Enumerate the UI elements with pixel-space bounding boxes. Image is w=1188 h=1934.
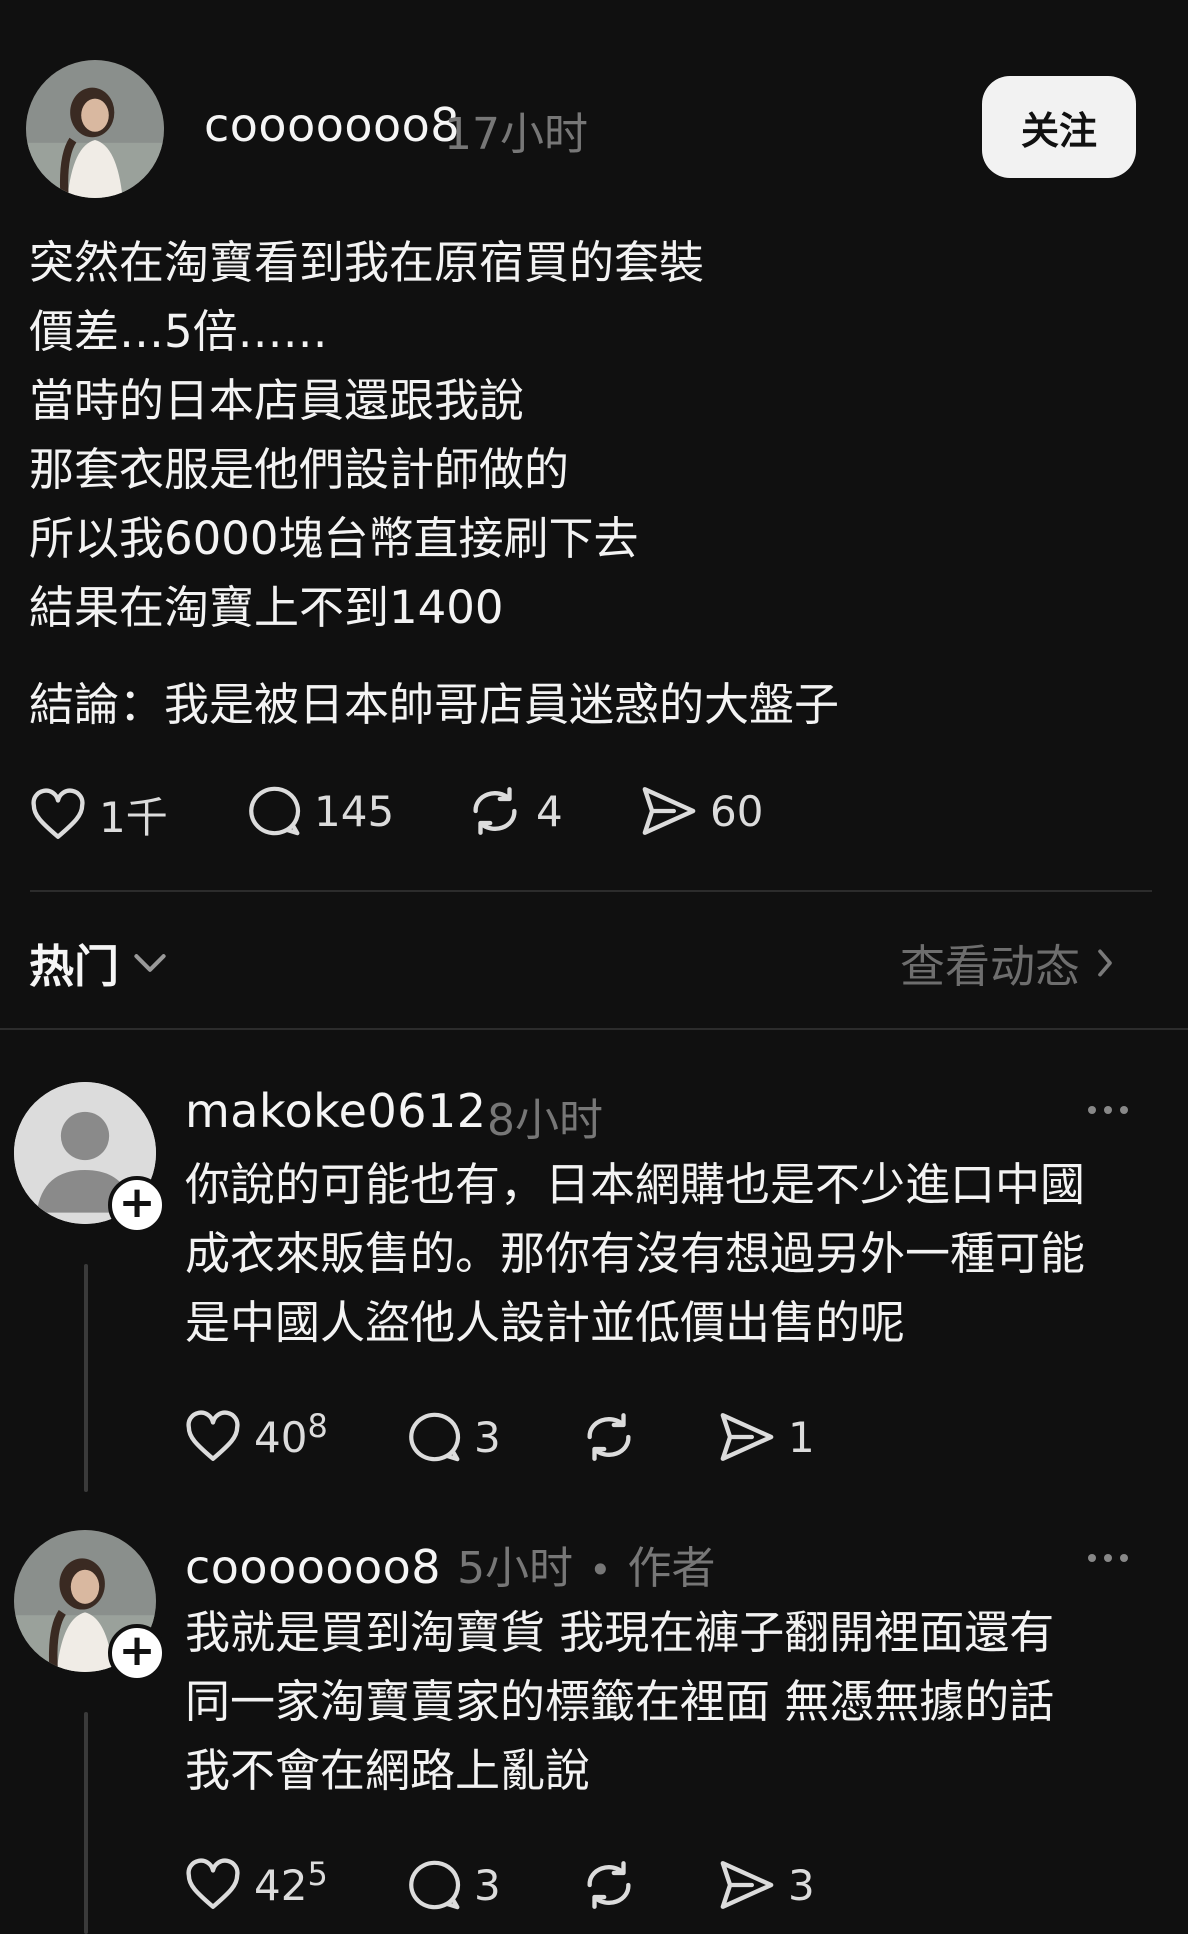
reply-share-action[interactable]: 3	[718, 1858, 815, 1912]
reply-comment-count: 3	[474, 1860, 501, 1910]
comment-action[interactable]: 145	[246, 784, 394, 838]
reply-share-action[interactable]: 1	[718, 1410, 815, 1464]
more-options-icon[interactable]	[1088, 1106, 1128, 1114]
comment-count: 145	[314, 786, 395, 836]
heart-icon	[186, 1410, 240, 1461]
view-activity-link[interactable]: 查看动态	[900, 930, 1114, 995]
reply-like-count: 408	[254, 1407, 328, 1462]
reply-body: 你說的可能也有，日本網購也是不少進口中國 成衣來販售的。那你有沒有想過另外一種可…	[185, 1150, 1085, 1357]
reply-username[interactable]: cooooooo8	[185, 1540, 441, 1594]
post-text-line: 結果在淘寶上不到1400	[29, 581, 504, 634]
post-text-line: 當時的日本店員還跟我說	[29, 374, 525, 427]
post-conclusion: 結論：我是被日本帥哥店員迷惑的大盤子	[29, 678, 840, 731]
reply-text-line: 同一家淘寶賣家的標籤在裡面 無憑無據的話	[185, 1675, 1055, 1728]
comment-icon	[409, 1860, 461, 1910]
reply-share-count: 3	[788, 1860, 815, 1910]
post-divider	[30, 890, 1152, 892]
share-action[interactable]: 60	[640, 784, 763, 838]
post-text-line: 價差…5倍……	[29, 305, 328, 358]
like-count-rolling-digit: 8	[307, 1406, 328, 1445]
like-count-main: 40	[254, 1412, 308, 1462]
send-icon	[642, 787, 696, 835]
reply-comment-count: 3	[474, 1412, 501, 1462]
share-count: 60	[710, 786, 764, 836]
like-count-rolling-digit: 5	[307, 1854, 328, 1893]
reply-repost-action[interactable]	[580, 1410, 638, 1464]
post-author-username[interactable]: cooooooo8	[204, 98, 460, 152]
reply-header: cooooooo8 5小时 • 作者	[185, 1532, 715, 1596]
post-text-line: 那套衣服是他們設計師做的	[29, 443, 570, 496]
chevron-right-icon	[1098, 949, 1112, 976]
chevron-down-icon	[134, 953, 166, 972]
reply-text-line: 我不會在網路上亂說	[185, 1744, 591, 1797]
reply-timestamp: 8小时	[487, 1095, 603, 1146]
reply-username[interactable]: makoke0612	[185, 1084, 487, 1138]
reply-body: 我就是買到淘寶貨 我現在褲子翻開裡面還有 同一家淘寶賣家的標籤在裡面 無憑無據的…	[185, 1598, 1054, 1805]
avatar-photo	[26, 60, 164, 198]
replies-sort-dropdown[interactable]: 热门	[29, 930, 167, 995]
repost-action[interactable]: 4	[466, 784, 563, 838]
comment-icon	[409, 1412, 461, 1462]
reply-timestamp: 5小时	[457, 1543, 574, 1594]
heart-icon	[186, 1858, 240, 1909]
send-icon	[720, 1413, 774, 1461]
send-icon	[720, 1861, 774, 1909]
reply-like-action[interactable]: 425	[184, 1855, 328, 1912]
follow-plus-button[interactable]: +	[108, 1624, 166, 1682]
view-activity-label: 查看动态	[900, 940, 1081, 993]
reply-text-line: 我就是買到淘寶貨 我現在褲子翻開裡面還有	[185, 1606, 1055, 1659]
reply-comment-action[interactable]: 3	[406, 1410, 501, 1464]
reply-like-action[interactable]: 408	[184, 1407, 328, 1464]
post-timestamp: 17小时	[444, 109, 588, 160]
author-tag: 作者	[627, 1543, 716, 1594]
repost-icon	[473, 787, 517, 835]
reply-text-line: 成衣來販售的。那你有沒有想過另外一種可能	[185, 1227, 1086, 1280]
post-text-line: 突然在淘寶看到我在原宿買的套裝	[29, 236, 705, 289]
repost-count: 4	[536, 786, 563, 836]
follow-button[interactable]: 关注	[982, 76, 1136, 178]
sort-label: 热门	[29, 940, 120, 993]
reply-like-count: 425	[254, 1855, 328, 1910]
reply-text-line: 是中國人盜他人設計並低價出售的呢	[185, 1296, 906, 1349]
follow-plus-button[interactable]: +	[108, 1176, 166, 1234]
reply-comment-action[interactable]: 3	[406, 1858, 501, 1912]
post-author-avatar[interactable]	[26, 60, 164, 198]
heart-icon	[31, 787, 85, 839]
like-count: 1千	[99, 793, 168, 842]
reply-share-count: 1	[788, 1412, 815, 1462]
reply-text-line: 你說的可能也有，日本網購也是不少進口中國	[185, 1158, 1086, 1211]
section-divider	[0, 1028, 1188, 1030]
more-options-icon[interactable]	[1088, 1554, 1128, 1562]
like-count-main: 42	[254, 1860, 308, 1910]
post-text-line: 所以我6000塊台幣直接刷下去	[29, 512, 639, 565]
thread-line	[84, 1712, 88, 1934]
separator-dot: •	[589, 1548, 612, 1592]
thread-line	[84, 1264, 88, 1492]
repost-icon	[587, 1861, 631, 1909]
repost-icon	[587, 1413, 631, 1461]
like-action[interactable]: 1千	[29, 784, 168, 845]
post-body: 突然在淘寶看到我在原宿買的套裝 價差…5倍…… 當時的日本店員還跟我說 那套衣服…	[29, 228, 704, 642]
reply-repost-action[interactable]	[580, 1858, 638, 1912]
comment-icon	[249, 786, 301, 836]
